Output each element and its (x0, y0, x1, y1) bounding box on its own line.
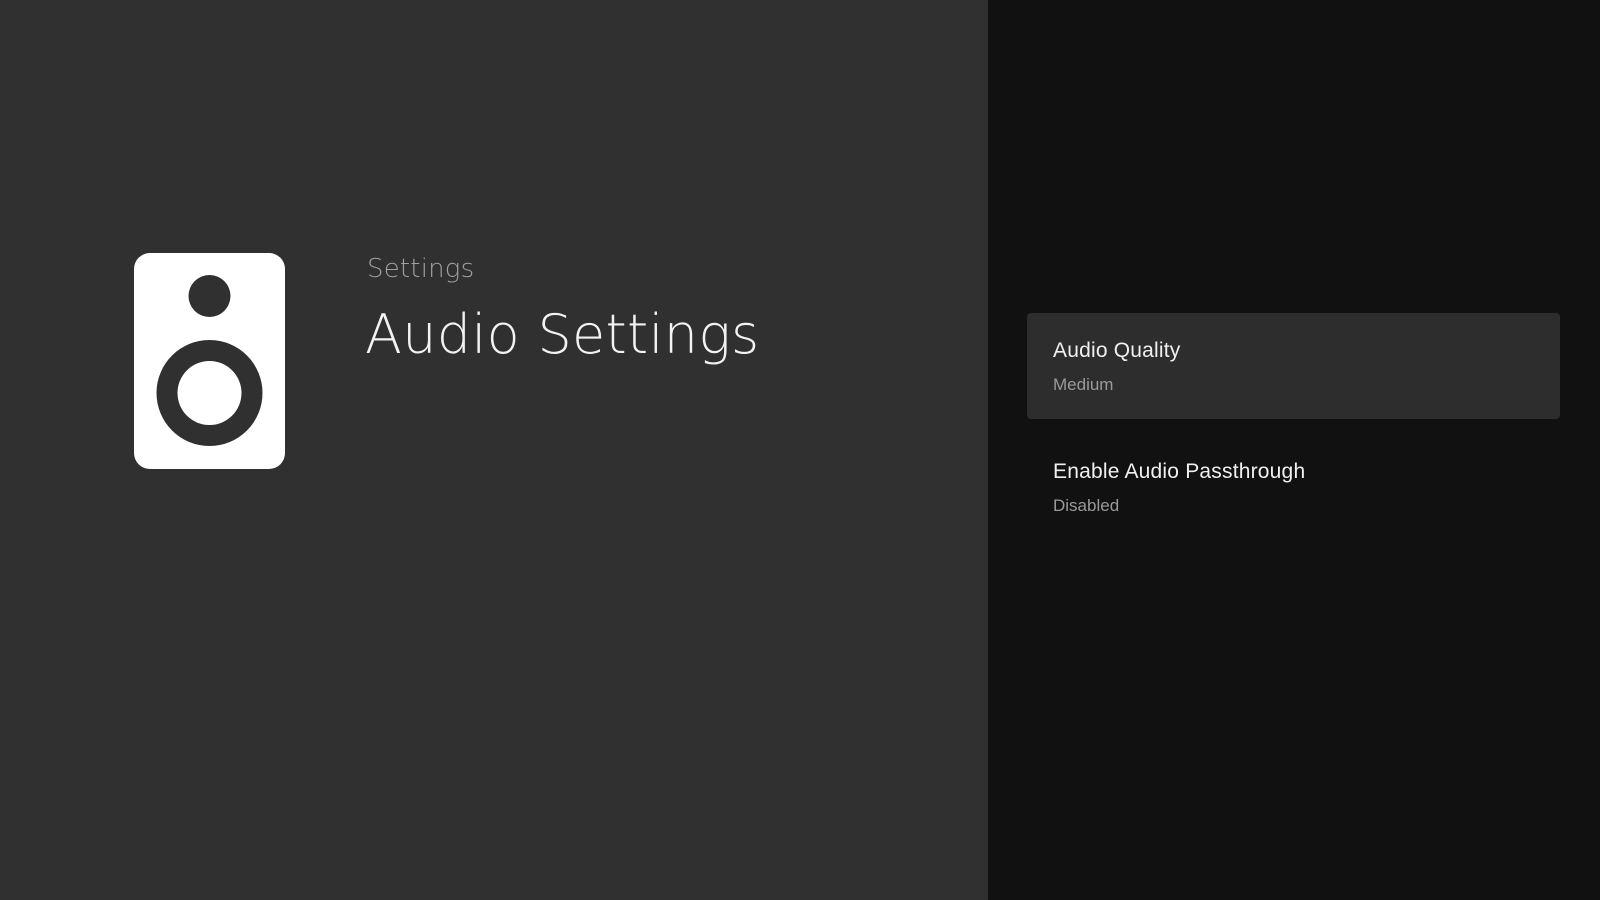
speaker-icon (134, 253, 285, 469)
guidance-pane: Settings Audio Settings (0, 0, 988, 900)
action-item-audio-passthrough[interactable]: Enable Audio Passthrough Disabled (1027, 434, 1560, 540)
action-description: Medium (1053, 375, 1114, 394)
action-description: Disabled (1053, 496, 1120, 515)
action-title: Audio Quality (1053, 339, 1181, 362)
page-title: Audio Settings (365, 303, 760, 366)
audio-settings-screen: Settings Audio Settings Audio Quality Me… (0, 0, 1600, 900)
breadcrumb: Settings (367, 254, 475, 284)
action-title: Enable Audio Passthrough (1053, 460, 1306, 483)
action-item-audio-quality[interactable]: Audio Quality Medium (1027, 313, 1560, 419)
